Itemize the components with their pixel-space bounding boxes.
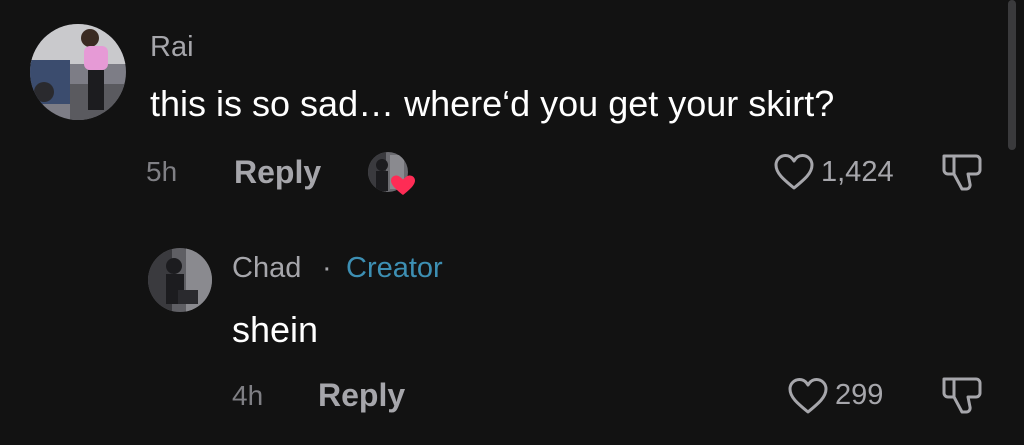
thumbs-down-icon[interactable] — [940, 375, 984, 417]
creator-username[interactable]: Chad — [232, 254, 301, 283]
comment-text: this is so sad… where‘d you get your ski… — [150, 83, 835, 124]
like-count: 1,424 — [821, 156, 894, 188]
commenter-username[interactable]: Rai — [150, 33, 194, 62]
creator-heart-icon — [366, 151, 418, 197]
reply-text: shein — [232, 309, 319, 350]
reply-button[interactable]: Reply — [318, 379, 405, 411]
creator-avatar[interactable] — [148, 248, 212, 312]
like-count: 299 — [835, 379, 884, 411]
comment-thread: Rai this is so sad… where‘d you get your… — [0, 0, 1024, 445]
commenter-avatar[interactable] — [30, 24, 126, 120]
creator-badge: Creator — [346, 252, 443, 284]
reply-timestamp: 4h — [232, 380, 264, 411]
scrollbar-thumb[interactable] — [1008, 0, 1016, 150]
reply-button[interactable]: Reply — [234, 156, 321, 188]
username-separator: · — [322, 252, 332, 284]
heart-outline-icon[interactable] — [787, 376, 829, 416]
thumbs-down-icon[interactable] — [940, 152, 984, 194]
heart-outline-icon[interactable] — [773, 152, 815, 192]
comment-timestamp: 5h — [146, 156, 178, 187]
